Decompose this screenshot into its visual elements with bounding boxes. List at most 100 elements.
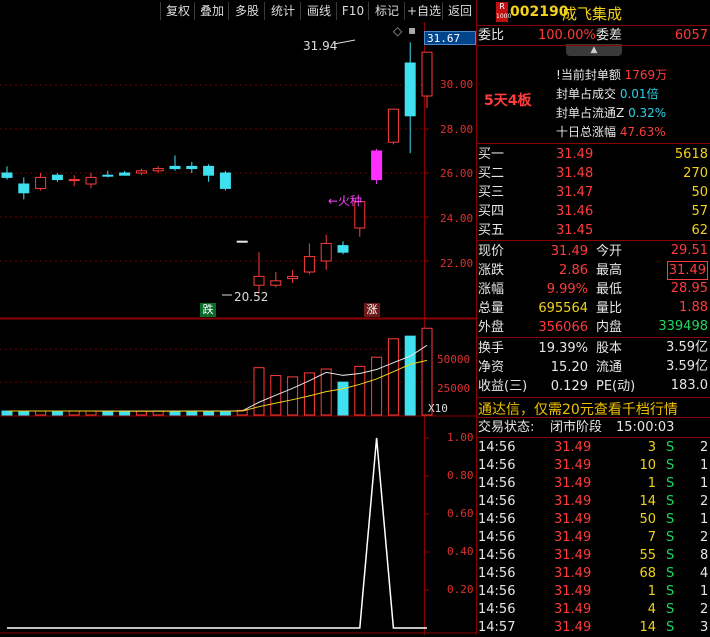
restore-rights-button[interactable]: 复权 [160, 2, 195, 20]
tick-count: 2 [700, 602, 709, 617]
quote-label: 量比 [596, 301, 623, 316]
tick-row: 14:56 31.49 7 S 2 [476, 529, 710, 547]
volume-bar [287, 376, 299, 416]
volume-bar [135, 410, 147, 416]
candle-body [1, 172, 13, 178]
volume-bar [1, 410, 13, 416]
draw-line-button[interactable]: 画线 [300, 2, 337, 20]
quote-label: PE(动) [596, 379, 636, 394]
quote-label: 换手 [478, 341, 505, 356]
quote-label: 净资 [478, 360, 505, 375]
add-favorite-button[interactable]: +自选 [404, 2, 443, 20]
quote-value: 356066 [538, 320, 588, 335]
volume-bar [387, 338, 399, 416]
volume-bar [152, 410, 164, 416]
bid-row[interactable]: 买五 31.45 62 [476, 221, 710, 240]
tick-price: 31.49 [554, 548, 592, 563]
tick-row: 14:57 31.49 14 S 3 [476, 619, 710, 637]
quote-label: 股本 [596, 341, 623, 356]
volume-bar [119, 410, 131, 416]
volume-bar [102, 410, 114, 416]
bid-row[interactable]: 买三 31.47 50 [476, 183, 710, 202]
bid-price: 31.47 [556, 185, 594, 200]
promo-banner[interactable]: 通达信，仅需20元查看千档行情 [478, 399, 678, 419]
volume-tick: 25000 [437, 382, 471, 395]
bid-volume: 62 [691, 223, 708, 238]
quote-row: 涨跌 2.86 最高 31.49 [476, 261, 710, 280]
volume-bar [203, 410, 215, 416]
tick-volume: 7 [647, 530, 656, 545]
volume-multiplier: X10 [428, 402, 448, 415]
current-price-label: 31.67 [427, 32, 461, 45]
kline-chart[interactable] [0, 22, 476, 635]
quote-value: 9.99% [546, 282, 588, 297]
tick-side: S [666, 548, 675, 563]
tick-price: 31.49 [554, 494, 592, 509]
tick-count: 1 [700, 584, 709, 599]
quote-row: 外盘 356066 内盘 339498 [476, 318, 710, 337]
bid-volume: 5618 [674, 147, 708, 162]
volume-tick: 50000 [437, 353, 471, 366]
diamond-icon[interactable]: ◇ [393, 24, 402, 38]
quote-label: 最高 [596, 263, 623, 278]
candle-body [152, 168, 164, 172]
bid-price: 31.49 [556, 147, 594, 162]
tick-side: S [666, 530, 675, 545]
bid-row[interactable]: 买四 31.46 57 [476, 202, 710, 221]
bid-row[interactable]: 买一 31.49 5618 [476, 145, 710, 164]
quote-label: 涨跌 [478, 263, 505, 278]
quote-row: 收益(三) 0.129 PE(动) 183.0 [476, 377, 710, 396]
quote-value: 28.95 [670, 281, 708, 296]
bid-label: 买一 [478, 147, 505, 162]
quote-value: 3.59亿 [666, 359, 708, 374]
tick-volume: 68 [639, 566, 656, 581]
tick-time: 14:56 [478, 512, 516, 527]
tick-volume: 55 [639, 548, 656, 563]
tick-side: S [666, 584, 675, 599]
candle-body [270, 280, 282, 286]
quote-value: 29.51 [670, 243, 708, 258]
candle-body [236, 240, 248, 243]
tick-row: 14:56 31.49 3 S 2 [476, 439, 710, 457]
price-tick: 24.00 [440, 212, 474, 225]
mark-button[interactable]: 标记 [368, 2, 405, 20]
f10-button[interactable]: F10 [336, 2, 369, 20]
tick-row: 14:56 31.49 55 S 8 [476, 547, 710, 565]
multi-stock-button[interactable]: 多股 [228, 2, 265, 20]
stock-name: 成飞集成 [562, 5, 623, 23]
tick-volume: 50 [639, 512, 656, 527]
quote-row: 换手 19.39% 股本 3.59亿 [476, 339, 710, 358]
candle-body [421, 51, 433, 97]
quote-value: 31.49 [666, 261, 708, 280]
quote-value: 1.88 [679, 300, 708, 315]
tick-count: 2 [700, 440, 709, 455]
quote-label: 今开 [596, 244, 623, 259]
bid-volume: 50 [691, 185, 708, 200]
tick-price: 31.49 [554, 566, 592, 581]
tick-time: 14:56 [478, 494, 516, 509]
tick-price: 31.49 [554, 602, 592, 617]
candle-body [169, 165, 181, 170]
quote-label: 涨幅 [478, 282, 505, 297]
tick-volume: 3 [647, 440, 656, 455]
tick-count: 2 [700, 494, 709, 509]
quote-row: 现价 31.49 今开 29.51 [476, 242, 710, 261]
statistics-button[interactable]: 统计 [264, 2, 301, 20]
tick-count: 3 [700, 620, 709, 635]
quote-value: 31.49 [550, 244, 588, 259]
tick-time: 14:56 [478, 458, 516, 473]
tick-time: 14:56 [478, 602, 516, 617]
chart-expand-icon[interactable]: ▪ [408, 23, 416, 37]
order-ratio-row: 委比 100.00% 委差 6057 [478, 28, 708, 43]
fire-annotation: ←火种 [328, 194, 363, 208]
tick-row: 14:56 31.49 4 S 2 [476, 601, 710, 619]
tick-row: 14:56 31.49 50 S 1 [476, 511, 710, 529]
limit-streak: 5天4板 [484, 93, 532, 109]
bid-volume: 270 [683, 166, 708, 181]
bid-row[interactable]: 买二 31.48 270 [476, 164, 710, 183]
overlay-button[interactable]: 叠加 [194, 2, 229, 20]
candle-body [287, 275, 299, 280]
back-button[interactable]: 返回 [442, 2, 477, 20]
volume-bar [68, 410, 80, 416]
tick-row: 14:56 31.49 14 S 2 [476, 493, 710, 511]
